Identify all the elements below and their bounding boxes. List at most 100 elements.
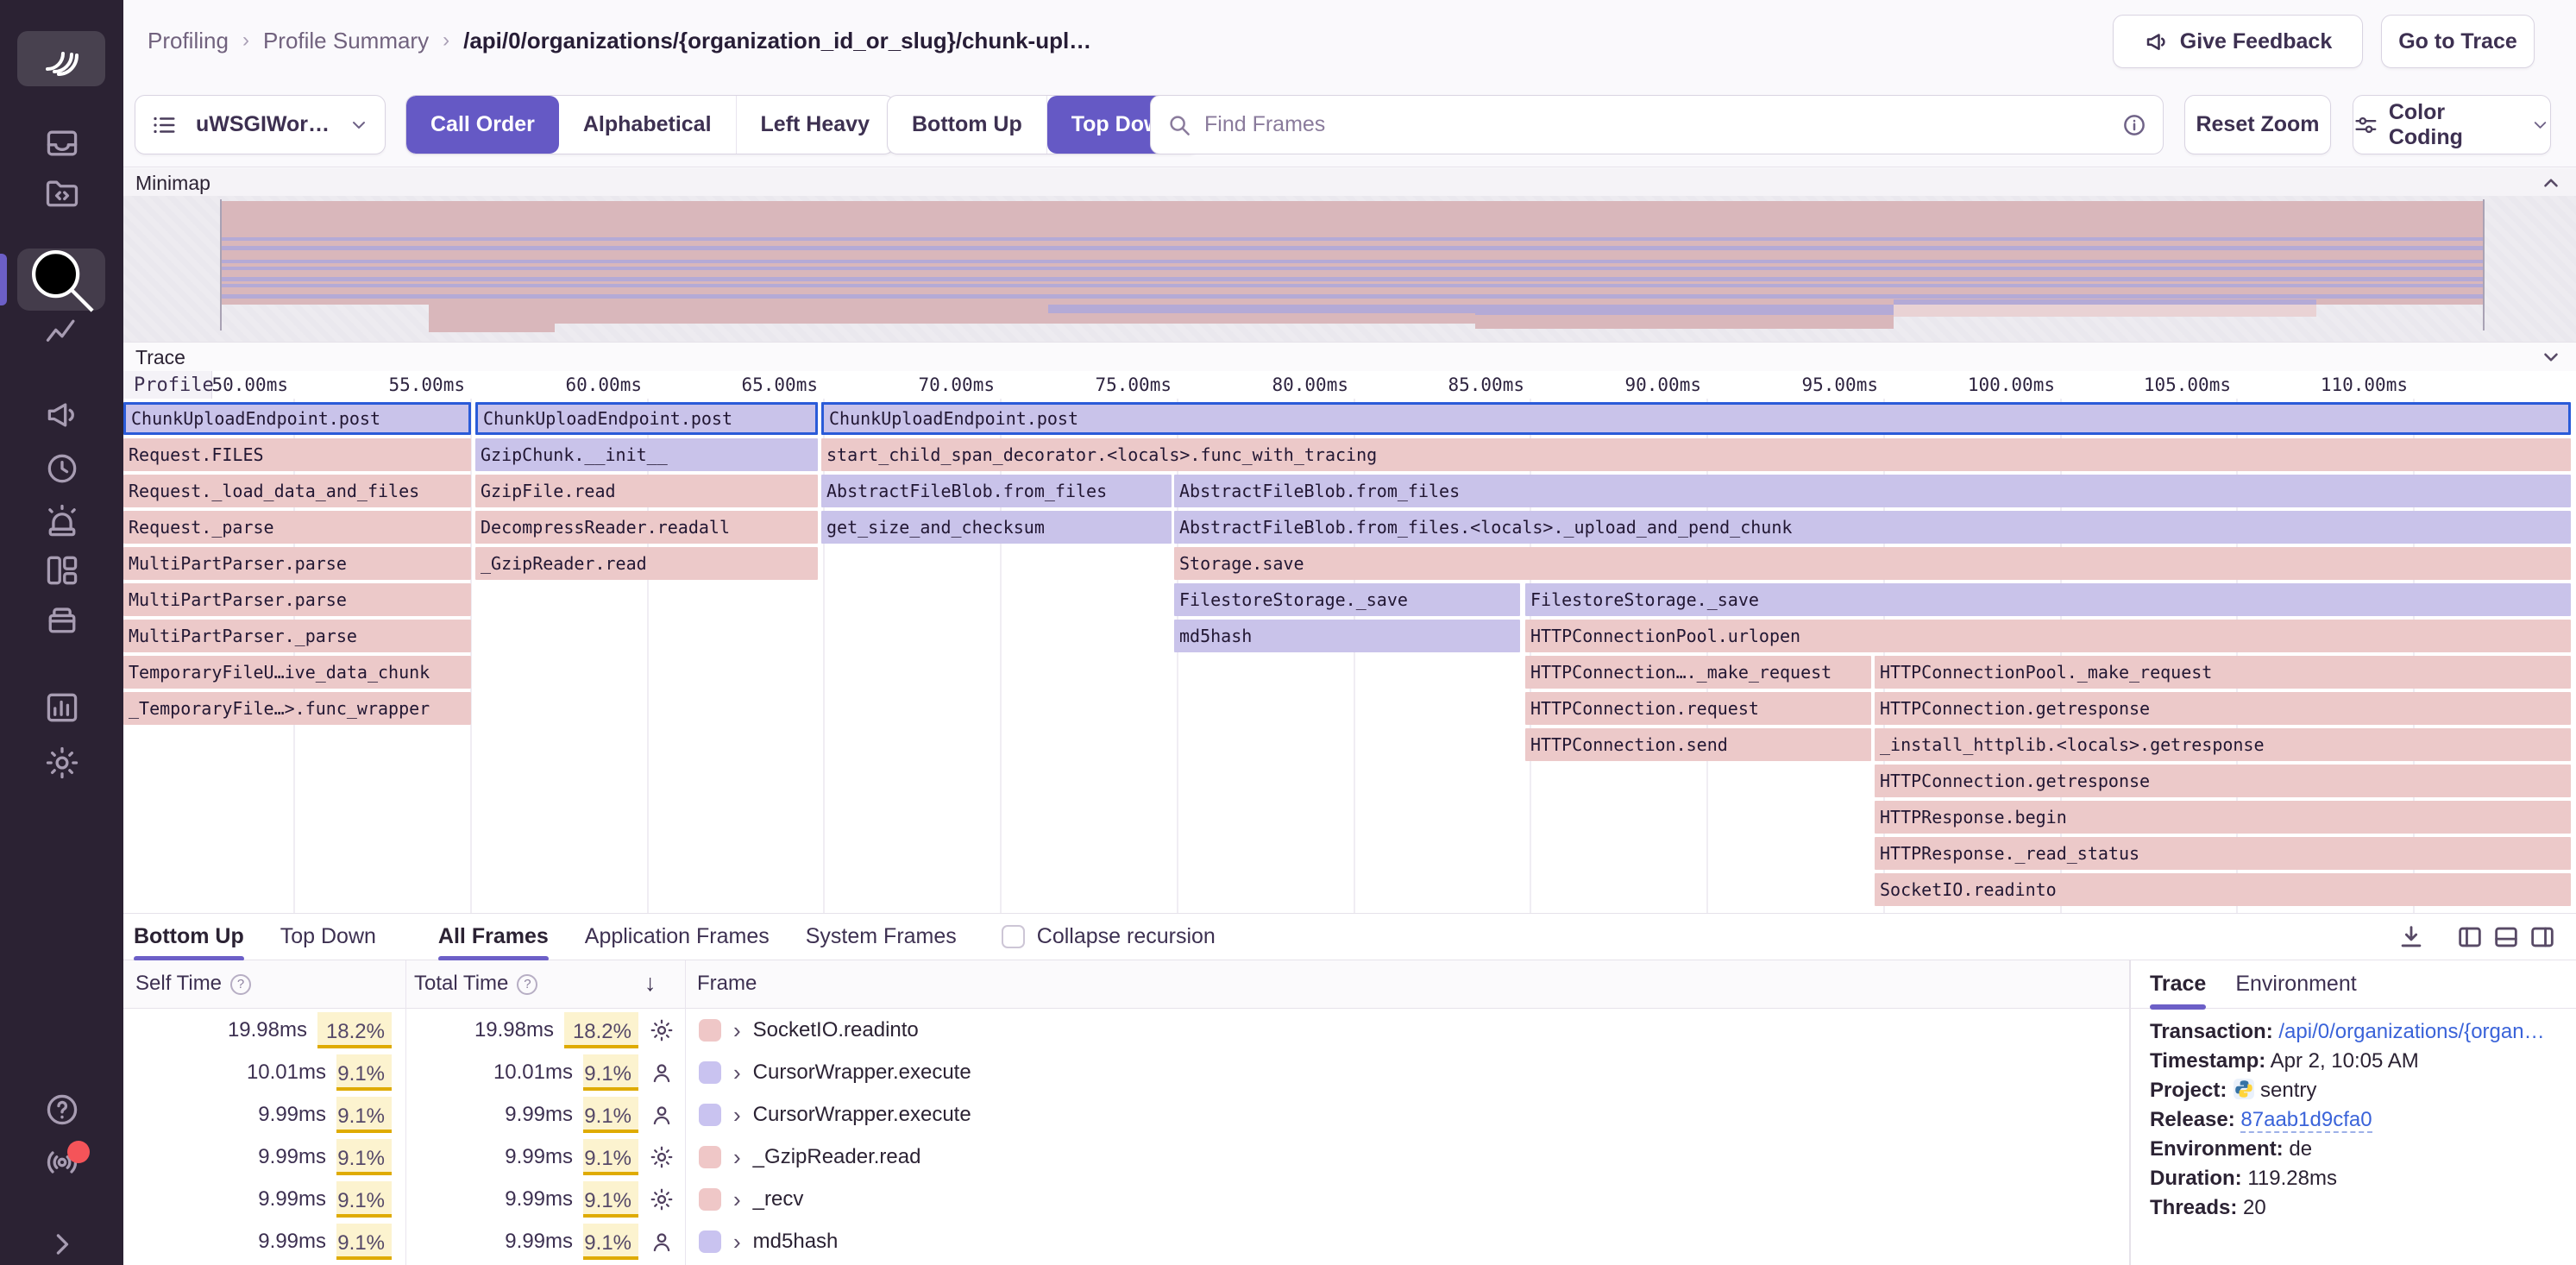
flame-frame[interactable]: SocketIO.readinto: [1875, 873, 2571, 906]
table-row[interactable]: 19.98ms18.2%19.98ms18.2%›SocketIO.readin…: [123, 1009, 2129, 1051]
archive-icon[interactable]: [0, 601, 123, 639]
projects-icon[interactable]: [0, 174, 123, 212]
flame-frame[interactable]: MultiPartParser.parse: [123, 547, 471, 580]
breadcrumb-profiling[interactable]: Profiling: [148, 28, 229, 54]
flame-frame[interactable]: ChunkUploadEndpoint.post: [475, 402, 818, 435]
settings-gear-icon[interactable]: [0, 744, 123, 782]
detail-value[interactable]: sentry: [2260, 1079, 2316, 1102]
flame-frame[interactable]: FilestoreStorage._save: [1174, 583, 1520, 616]
issues-icon[interactable]: [0, 124, 123, 162]
tab-top-down[interactable]: Top Down: [280, 914, 376, 960]
export-download-icon[interactable]: [2397, 922, 2426, 952]
flame-frame[interactable]: TemporaryFileU…ive_data_chunk: [123, 656, 471, 689]
details-tab-trace[interactable]: Trace: [2150, 960, 2206, 1009]
releases-clock-icon[interactable]: [0, 450, 123, 488]
help-circle-icon[interactable]: ?: [517, 974, 537, 995]
detail-value[interactable]: /api/0/organizations/{organ…: [2278, 1020, 2544, 1043]
table-row[interactable]: 9.99ms9.1%9.99ms9.1%›md5hash: [123, 1220, 2129, 1262]
insights-icon[interactable]: [0, 314, 123, 352]
expand-chevron-icon[interactable]: ›: [733, 1061, 741, 1084]
flame-frame[interactable]: AbstractFileBlob.from_files.<locals>._up…: [1174, 511, 2571, 544]
flame-frame[interactable]: Request._load_data_and_files: [123, 475, 471, 507]
flame-frame[interactable]: _GzipReader.read: [475, 547, 818, 580]
collapse-recursion-checkbox[interactable]: [1002, 925, 1025, 948]
flame-frame[interactable]: HTTPConnection.send: [1525, 728, 1871, 761]
flame-frame[interactable]: HTTPResponse.begin: [1875, 801, 2571, 834]
flame-frame[interactable]: MultiPartParser._parse: [123, 620, 471, 652]
layout-bottom-panel-icon[interactable]: [2491, 922, 2521, 952]
flame-frame[interactable]: Request._parse: [123, 511, 471, 544]
layout-right-panel-icon[interactable]: [2528, 922, 2557, 952]
self-time-header[interactable]: Self Time?: [135, 972, 251, 996]
feedback-megaphone-icon[interactable]: [0, 395, 123, 433]
flamegraph[interactable]: ChunkUploadEndpoint.postChunkUploadEndpo…: [123, 399, 2576, 913]
give-feedback-button[interactable]: Give Feedback: [2113, 15, 2363, 68]
flame-frame[interactable]: GzipFile.read: [475, 475, 818, 507]
alerts-siren-icon[interactable]: [0, 502, 123, 540]
flame-frame[interactable]: GzipChunk.__init__: [475, 438, 818, 471]
dashboards-icon[interactable]: [0, 551, 123, 589]
layout-left-panel-icon[interactable]: [2455, 922, 2485, 952]
trace-collapse-icon[interactable]: [2540, 346, 2562, 368]
direction-bottom-up-button[interactable]: Bottom Up: [888, 96, 1047, 154]
table-row[interactable]: 10.01ms9.1%10.01ms9.1%›CursorWrapper.exe…: [123, 1051, 2129, 1093]
minimap-collapse-icon[interactable]: [2540, 172, 2562, 194]
sentry-logo[interactable]: [17, 31, 105, 86]
sort-descending-icon[interactable]: ↓: [644, 970, 657, 997]
expand-chevron-icon[interactable]: ›: [733, 1230, 741, 1253]
flame-frame[interactable]: HTTPConnection…._make_request: [1525, 656, 1871, 689]
flame-frame[interactable]: Storage.save: [1174, 547, 2571, 580]
flame-frame[interactable]: start_child_span_decorator.<locals>.func…: [821, 438, 2571, 471]
color-coding-dropdown[interactable]: Color Coding: [2353, 95, 2551, 154]
flame-frame[interactable]: md5hash: [1174, 620, 1520, 652]
flame-frame[interactable]: FilestoreStorage._save: [1525, 583, 2571, 616]
breadcrumb-profile-summary[interactable]: Profile Summary: [263, 28, 429, 54]
flame-frame[interactable]: ChunkUploadEndpoint.post: [123, 402, 471, 435]
flame-frame[interactable]: HTTPConnection.request: [1525, 692, 1871, 725]
go-to-trace-button[interactable]: Go to Trace: [2381, 15, 2535, 68]
tab-bottom-up[interactable]: Bottom Up: [134, 914, 244, 960]
flame-frame[interactable]: HTTPConnection.getresponse: [1875, 692, 2571, 725]
table-row[interactable]: 9.99ms9.1%9.99ms9.1%›_recv: [123, 1178, 2129, 1220]
whats-new-broadcast-icon[interactable]: [0, 1143, 123, 1181]
collapse-sidebar-icon[interactable]: [0, 1225, 123, 1263]
flame-frame[interactable]: MultiPartParser.parse: [123, 583, 471, 616]
sort-alphabetical-button[interactable]: Alphabetical: [559, 96, 737, 154]
detail-value[interactable]: 87aab1d9cfa0: [2240, 1108, 2372, 1133]
stats-icon[interactable]: [0, 689, 123, 727]
flame-frame[interactable]: _install_httplib.<locals>.getresponse: [1875, 728, 2571, 761]
expand-chevron-icon[interactable]: ›: [733, 1188, 741, 1211]
explore-search-icon[interactable]: [17, 249, 105, 311]
total-time-header[interactable]: Total Time?: [414, 972, 537, 996]
help-circle-icon[interactable]: ?: [230, 974, 251, 995]
expand-chevron-icon[interactable]: ›: [733, 1104, 741, 1126]
table-row[interactable]: 9.99ms9.1%9.99ms9.1%›CursorWrapper.execu…: [123, 1093, 2129, 1136]
expand-chevron-icon[interactable]: ›: [733, 1146, 741, 1168]
flame-frame[interactable]: DecompressReader.readall: [475, 511, 818, 544]
find-frames-input[interactable]: [1204, 112, 2109, 137]
flame-frame[interactable]: _TemporaryFile…>.func_wrapper: [123, 692, 471, 725]
help-icon[interactable]: [0, 1091, 123, 1129]
flame-frame[interactable]: HTTPConnectionPool.urlopen: [1525, 620, 2571, 652]
info-icon[interactable]: [2121, 112, 2147, 138]
reset-zoom-button[interactable]: Reset Zoom: [2184, 95, 2331, 154]
details-tab-environment[interactable]: Environment: [2235, 960, 2356, 1009]
flame-frame[interactable]: HTTPConnectionPool._make_request: [1875, 656, 2571, 689]
flame-frame[interactable]: ChunkUploadEndpoint.post: [821, 402, 2571, 435]
tab-application-frames[interactable]: Application Frames: [585, 914, 770, 960]
flame-frame[interactable]: HTTPResponse._read_status: [1875, 837, 2571, 870]
flame-frame[interactable]: Request.FILES: [123, 438, 471, 471]
thread-selector-dropdown[interactable]: uWSGIWor…: [135, 95, 386, 154]
minimap-canvas[interactable]: [123, 196, 2576, 342]
flame-frame[interactable]: HTTPConnection.getresponse: [1875, 765, 2571, 797]
flame-frame[interactable]: AbstractFileBlob.from_files: [821, 475, 1172, 507]
table-row[interactable]: 9.99ms9.1%9.99ms9.1%›_GzipReader.read: [123, 1136, 2129, 1178]
sort-call-order-button[interactable]: Call Order: [406, 96, 559, 154]
minimap-viewport-right[interactable]: [2483, 199, 2485, 330]
tab-all-frames[interactable]: All Frames: [438, 914, 549, 960]
expand-chevron-icon[interactable]: ›: [733, 1019, 741, 1042]
sort-left-heavy-button[interactable]: Left Heavy: [737, 96, 894, 154]
flame-frame[interactable]: AbstractFileBlob.from_files: [1174, 475, 2571, 507]
minimap-viewport-left[interactable]: [220, 199, 222, 330]
tab-system-frames[interactable]: System Frames: [806, 914, 957, 960]
